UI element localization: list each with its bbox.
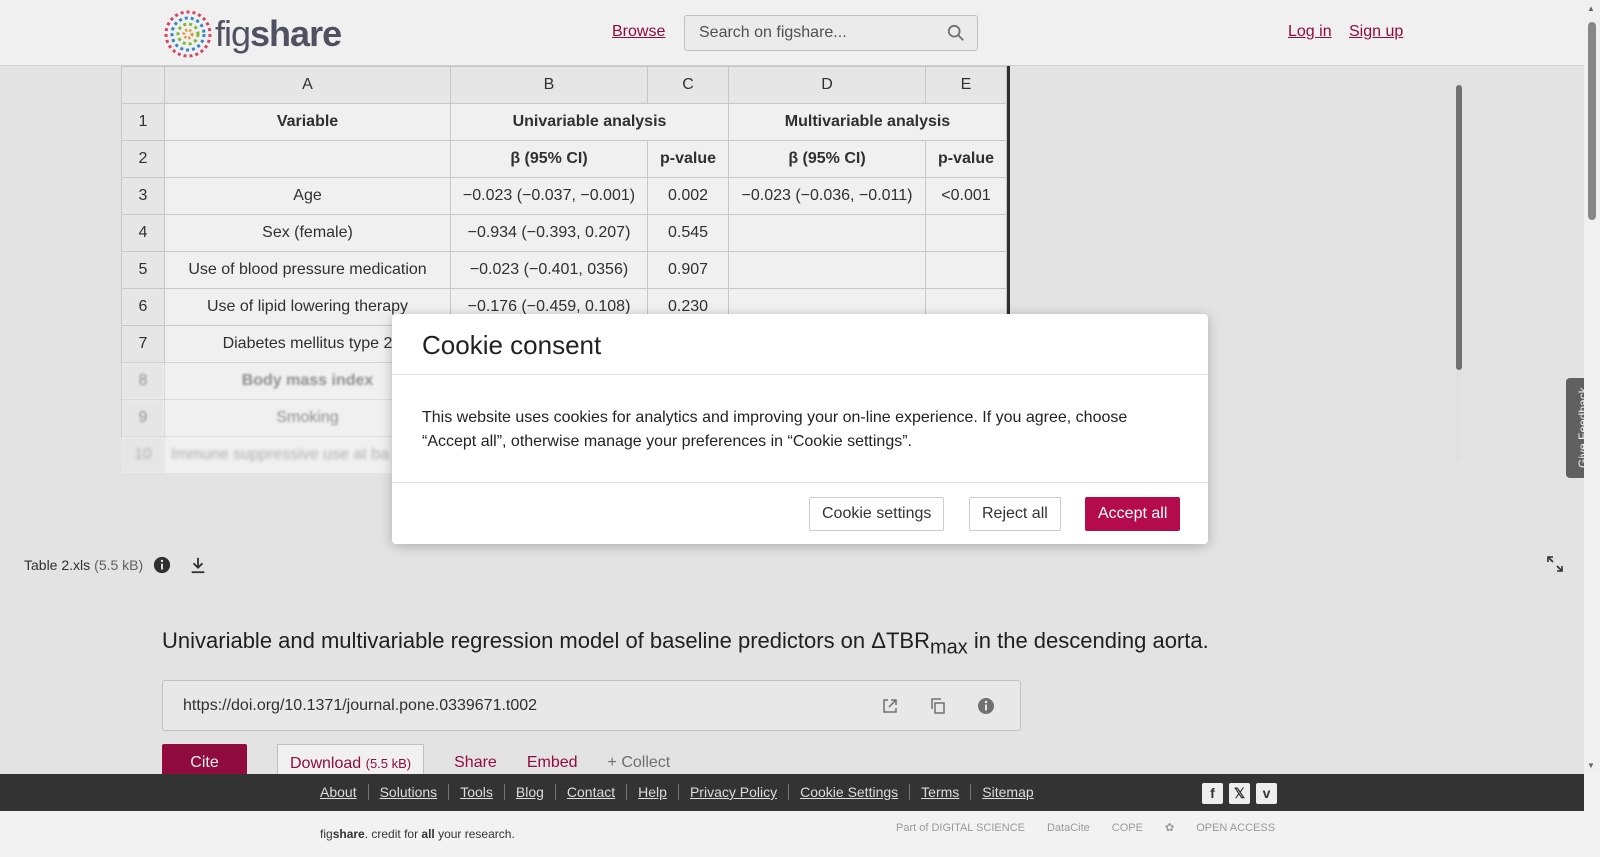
footer-link-cookie-settings[interactable]: Cookie Settings <box>789 784 911 800</box>
footer-link-sitemap[interactable]: Sitemap <box>971 784 1044 800</box>
digital-science-logo[interactable]: Part of DIGITAL SCIENCE <box>896 822 1025 834</box>
footer-nav: About Solutions Tools Blog Contact Help … <box>0 774 1584 811</box>
page-scrollbar[interactable]: ▲ ▼ <box>1584 0 1600 774</box>
footer-link-tools[interactable]: Tools <box>449 784 505 800</box>
scroll-up-arrow-icon[interactable]: ▲ <box>1587 4 1595 13</box>
accept-all-button[interactable]: Accept all <box>1085 497 1181 531</box>
cookie-dialog-body: This website uses cookies for analytics … <box>422 409 1128 450</box>
cope-logo[interactable]: COPE <box>1112 822 1143 834</box>
divider <box>392 482 1208 483</box>
footer-link-about[interactable]: About <box>320 784 369 800</box>
partner-badge-icon[interactable]: ✿ <box>1165 821 1174 834</box>
page-scrollbar-thumb[interactable] <box>1588 22 1596 220</box>
datacite-logo[interactable]: DataCite <box>1047 822 1090 834</box>
footer-link-solutions[interactable]: Solutions <box>369 784 450 800</box>
footer-link-help[interactable]: Help <box>627 784 679 800</box>
footer-bottom: figshare. credit for all your research. … <box>0 811 1584 857</box>
vimeo-icon[interactable]: v <box>1256 783 1277 804</box>
footer-links: About Solutions Tools Blog Contact Help … <box>320 784 1045 800</box>
facebook-icon[interactable]: f <box>1202 783 1223 804</box>
footer-link-terms[interactable]: Terms <box>910 784 972 800</box>
footer-tagline: figshare. credit for all your research. <box>320 827 515 841</box>
scroll-down-arrow-icon[interactable]: ▼ <box>1587 761 1595 770</box>
footer-link-contact[interactable]: Contact <box>556 784 628 800</box>
partner-logos: Part of DIGITAL SCIENCE DataCite COPE ✿ … <box>896 821 1275 835</box>
reject-all-button[interactable]: Reject all <box>969 497 1061 531</box>
cookie-consent-dialog: Cookie consent This website uses cookies… <box>392 314 1208 544</box>
cookie-settings-button[interactable]: Cookie settings <box>809 497 945 531</box>
x-twitter-icon[interactable]: 𝕏 <box>1229 783 1250 804</box>
footer-link-privacy[interactable]: Privacy Policy <box>679 784 790 800</box>
cookie-dialog-title: Cookie consent <box>422 330 602 360</box>
divider <box>392 374 1208 375</box>
footer-link-blog[interactable]: Blog <box>505 784 556 800</box>
open-access-logo[interactable]: OPEN ACCESS <box>1196 822 1275 834</box>
